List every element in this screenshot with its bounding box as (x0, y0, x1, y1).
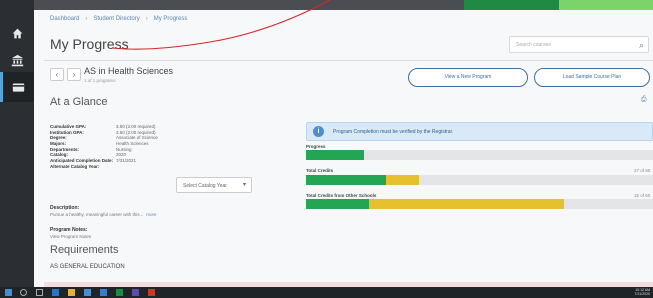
progress-nav-icon[interactable] (0, 72, 34, 102)
breadcrumb: Dashboard › Student Directory › My Progr… (50, 16, 187, 22)
previous-program-button[interactable]: ‹ (50, 68, 64, 81)
description-body: Pursue a healthy, meaningful career with… (50, 212, 144, 217)
search-placeholder: Search courses (516, 42, 551, 48)
requirements-heading: Requirements (50, 244, 119, 256)
top-progress-strip (34, 0, 653, 10)
divider (44, 60, 653, 61)
chevron-down-icon: ▾ (242, 182, 246, 188)
breadcrumb-item-dashboard[interactable]: Dashboard (50, 16, 79, 22)
notice-text: Program Completion must be verified by t… (333, 129, 454, 135)
other-credits-completed-fill (306, 199, 369, 209)
taskbar-clock[interactable]: 10:12 AM 7/21/2020 (626, 288, 650, 296)
institution-icon[interactable] (0, 45, 34, 75)
left-nav-rail (0, 0, 34, 287)
view-new-program-button[interactable]: View a New Program (408, 68, 528, 87)
progress-completed-fill (306, 150, 364, 160)
description-label: Description: (50, 205, 80, 211)
app-icon[interactable] (148, 289, 155, 296)
teams-icon[interactable] (132, 289, 139, 296)
progress-label: Progress (306, 144, 326, 149)
main-panel: Dashboard › Student Directory › My Progr… (34, 10, 653, 287)
catalog-year-select[interactable]: Select Catalog Year ▾ (176, 177, 252, 193)
start-icon[interactable] (5, 289, 12, 296)
page-title: My Progress (50, 36, 129, 52)
search-icon[interactable]: ⌕ (639, 40, 644, 51)
print-icon[interactable]: ⎙ (641, 96, 647, 104)
other-school-credits-label: Total Credits from Other Schools (306, 193, 377, 198)
breadcrumb-item-directory[interactable]: Student Directory (93, 16, 139, 22)
search-input[interactable]: Search courses ⌕ (509, 36, 649, 53)
at-a-glance-heading: At a Glance (50, 96, 108, 108)
search-icon[interactable] (20, 289, 27, 296)
load-course-plan-button[interactable]: Load Sample Course Plan (534, 68, 650, 87)
mail-icon[interactable] (100, 289, 107, 296)
fact-label: Alternate Catalog Year: (50, 163, 100, 169)
program-name: AS in Health Sciences (84, 66, 174, 76)
fact-value: 7/31/2021 (116, 158, 137, 164)
store-icon[interactable] (84, 289, 91, 296)
progress-bar (306, 150, 653, 160)
strip-segment-dark (34, 0, 464, 10)
os-taskbar: 10:12 AM 7/21/2020 (0, 287, 653, 298)
registrar-notice: i Program Completion must be verified by… (306, 122, 653, 141)
program-notes-link[interactable]: View Program Notes (50, 234, 91, 239)
total-credits-count: 27 of 60 (634, 168, 651, 173)
other-school-credits-bar (306, 199, 653, 209)
next-program-button[interactable]: › (67, 68, 81, 81)
other-credits-in-progress-fill (369, 199, 564, 209)
strip-segment-light-green (559, 0, 653, 10)
total-credits-in-progress-fill (386, 175, 419, 185)
description-more-link[interactable]: more (146, 212, 156, 217)
task-view-icon[interactable] (36, 289, 43, 296)
program-notes-label: Program Notes: (50, 227, 88, 233)
breadcrumb-separator: › (145, 16, 148, 22)
total-credits-completed-fill (306, 175, 386, 185)
excel-icon[interactable] (116, 289, 123, 296)
taskbar-date: 7/21/2020 (634, 292, 650, 296)
card-icon-glyph (12, 82, 25, 92)
home-icon[interactable] (0, 18, 34, 48)
catalog-year-value: Select Catalog Year (183, 183, 227, 189)
strip-segment-green (464, 0, 559, 10)
breadcrumb-item-current: My Progress (153, 16, 188, 22)
description-text: Pursue a healthy, meaningful career with… (50, 212, 156, 217)
fact-row: Alternate Catalog Year: (50, 164, 170, 170)
file-explorer-icon[interactable] (68, 289, 75, 296)
total-credits-label: Total Credits (306, 168, 334, 173)
requirement-group-name[interactable]: AS GENERAL EDUCATION (50, 264, 125, 270)
home-icon-glyph (12, 28, 22, 38)
edge-browser-icon[interactable] (52, 289, 59, 296)
program-count: 1 of 1 programs (84, 78, 116, 83)
institution-icon-glyph (11, 54, 23, 66)
total-credits-bar (306, 175, 653, 185)
info-icon: i (313, 126, 324, 137)
other-school-credits-count: 15 of 60 (634, 193, 651, 198)
fact-list: Cumulative GPA: 3.50 (2.00 required) Inst… (50, 124, 170, 170)
breadcrumb-separator: › (85, 16, 88, 22)
